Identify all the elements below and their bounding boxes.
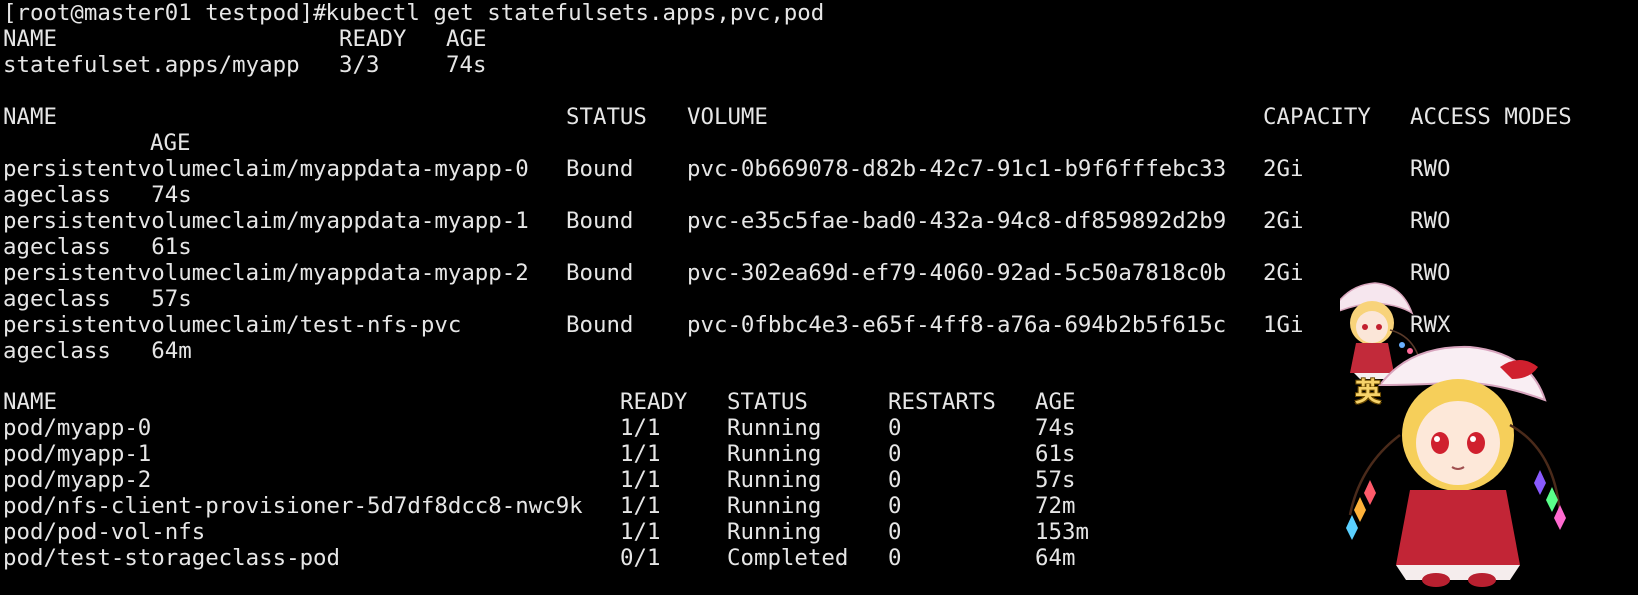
pod-name: pod/test-storageclass-pod (3, 545, 341, 571)
pvc-capacity: 2Gi (1263, 208, 1304, 234)
pod-age: 64m (1035, 545, 1076, 571)
statefulset-header: NAME READY AGE (3, 26, 486, 53)
pod-restarts: 0 (888, 415, 902, 441)
pvc-volume: pvc-302ea69d-ef79-4060-92ad-5c50a7818c0b (687, 260, 1227, 286)
pod-ready: 1/1 (620, 493, 661, 519)
table-row: pod/test-storageclass-pod 0/1 Completed … (3, 545, 1075, 572)
pvc-access-mode: RWX (1410, 312, 1451, 338)
pvc-volume: pvc-0b669078-d82b-42c7-91c1-b9f6fffebc33 (687, 156, 1227, 182)
table-row: pod/pod-vol-nfs 1/1 Running 0 153m (3, 519, 1089, 546)
header-age: AGE (446, 26, 487, 52)
pod-status: Running (727, 519, 822, 545)
pod-age: 61s (1035, 441, 1076, 467)
table-row: pod/myapp-2 1/1 Running 0 57s (3, 467, 1075, 494)
pod-status: Completed (727, 545, 849, 571)
pod-ready: 1/1 (620, 441, 661, 467)
pvc-header: NAME STATUS VOLUME CAPACITY ACCESS MODES (3, 104, 1572, 131)
pod-name: pod/myapp-2 (3, 467, 152, 493)
header-ready: READY (339, 26, 407, 52)
pod-restarts: 0 (888, 493, 902, 519)
table-row-wrap: ageclass 57s (3, 286, 192, 313)
pod-status: Running (727, 415, 822, 441)
pvc-status: Bound (566, 156, 634, 182)
pod-name: pod/myapp-0 (3, 415, 152, 441)
header-age: AGE (150, 130, 191, 156)
pvc-storageclass-age: ageclass 57s (3, 286, 192, 312)
pod-restarts: 0 (888, 441, 902, 467)
statefulset-name: statefulset.apps/myapp (3, 52, 300, 78)
table-row: pod/myapp-1 1/1 Running 0 61s (3, 441, 1075, 468)
table-row: pod/nfs-client-provisioner-5d7df8dcc8-nw… (3, 493, 1075, 520)
table-row: pod/myapp-0 1/1 Running 0 74s (3, 415, 1075, 442)
table-row-wrap: ageclass 74s (3, 182, 192, 209)
table-row: persistentvolumeclaim/test-nfs-pvc Bound… (3, 312, 1450, 339)
pod-age: 72m (1035, 493, 1076, 519)
pvc-status: Bound (566, 312, 634, 338)
statefulset-age: 74s (446, 52, 487, 78)
pod-age: 153m (1035, 519, 1089, 545)
table-row-wrap: ageclass 64m (3, 338, 192, 365)
pvc-capacity: 1Gi (1263, 312, 1304, 338)
header-status: STATUS (727, 389, 808, 415)
pvc-name: persistentvolumeclaim/myappdata-myapp-1 (3, 208, 529, 234)
statefulset-ready: 3/3 (339, 52, 380, 78)
pod-ready: 1/1 (620, 519, 661, 545)
pvc-access-mode: RWO (1410, 208, 1451, 234)
pod-header: NAME READY STATUS RESTARTS AGE (3, 389, 1075, 416)
command-text: kubectl get statefulsets.apps,pvc,pod (312, 0, 825, 26)
pod-status: Running (727, 467, 822, 493)
pod-status: Running (727, 493, 822, 519)
header-access-modes: ACCESS MODES (1410, 104, 1572, 130)
pvc-access-mode: RWO (1410, 260, 1451, 286)
table-row: persistentvolumeclaim/myappdata-myapp-0 … (3, 156, 1450, 183)
pvc-volume: pvc-e35c5fae-bad0-432a-94c8-df859892d2b9 (687, 208, 1227, 234)
pvc-header-wrap: AGE (3, 130, 190, 157)
header-status: STATUS (566, 104, 647, 130)
pod-ready: 1/1 (620, 415, 661, 441)
pvc-storageclass-age: ageclass 64m (3, 338, 192, 364)
mascot-illustration (1340, 282, 1566, 587)
pod-age: 74s (1035, 415, 1076, 441)
header-restarts: RESTARTS (888, 389, 996, 415)
table-row: persistentvolumeclaim/myappdata-myapp-2 … (3, 260, 1450, 287)
command-line: [root@master01 testpod]# kubectl get sta… (3, 0, 824, 27)
pod-restarts: 0 (888, 467, 902, 493)
pod-name: pod/nfs-client-provisioner-5d7df8dcc8-nw… (3, 493, 583, 519)
terminal-window[interactable]: [root@master01 testpod]# kubectl get sta… (0, 0, 1638, 595)
pvc-capacity: 2Gi (1263, 260, 1304, 286)
small-chibi-figure (1340, 282, 1419, 379)
pod-restarts: 0 (888, 519, 902, 545)
pvc-name: persistentvolumeclaim/test-nfs-pvc (3, 312, 462, 338)
ime-indicator[interactable]: 英 (1355, 372, 1381, 409)
header-name: NAME (3, 104, 57, 130)
pvc-access-mode: RWO (1410, 156, 1451, 182)
pod-age: 57s (1035, 467, 1076, 493)
header-ready: READY (620, 389, 688, 415)
pvc-storageclass-age: ageclass 61s (3, 234, 192, 260)
pod-status: Running (727, 441, 822, 467)
header-name: NAME (3, 26, 57, 52)
pvc-name: persistentvolumeclaim/myappdata-myapp-0 (3, 156, 529, 182)
table-row-wrap: ageclass 61s (3, 234, 192, 261)
pvc-storageclass-age: ageclass 74s (3, 182, 192, 208)
pvc-capacity: 2Gi (1263, 156, 1304, 182)
pod-ready: 1/1 (620, 467, 661, 493)
pvc-name: persistentvolumeclaim/myappdata-myapp-2 (3, 260, 529, 286)
pvc-volume: pvc-0fbbc4e3-e65f-4ff8-a76a-694b2b5f615c (687, 312, 1227, 338)
pod-ready: 0/1 (620, 545, 661, 571)
pvc-status: Bound (566, 260, 634, 286)
shell-prompt: [root@master01 testpod]# (3, 0, 327, 26)
pod-name: pod/myapp-1 (3, 441, 152, 467)
header-name: NAME (3, 389, 57, 415)
header-capacity: CAPACITY (1263, 104, 1371, 130)
pod-restarts: 0 (888, 545, 902, 571)
table-row: statefulset.apps/myapp 3/3 74s (3, 52, 486, 79)
pvc-status: Bound (566, 208, 634, 234)
table-row: persistentvolumeclaim/myappdata-myapp-1 … (3, 208, 1450, 235)
header-age: AGE (1035, 389, 1076, 415)
pod-name: pod/pod-vol-nfs (3, 519, 206, 545)
header-volume: VOLUME (687, 104, 768, 130)
